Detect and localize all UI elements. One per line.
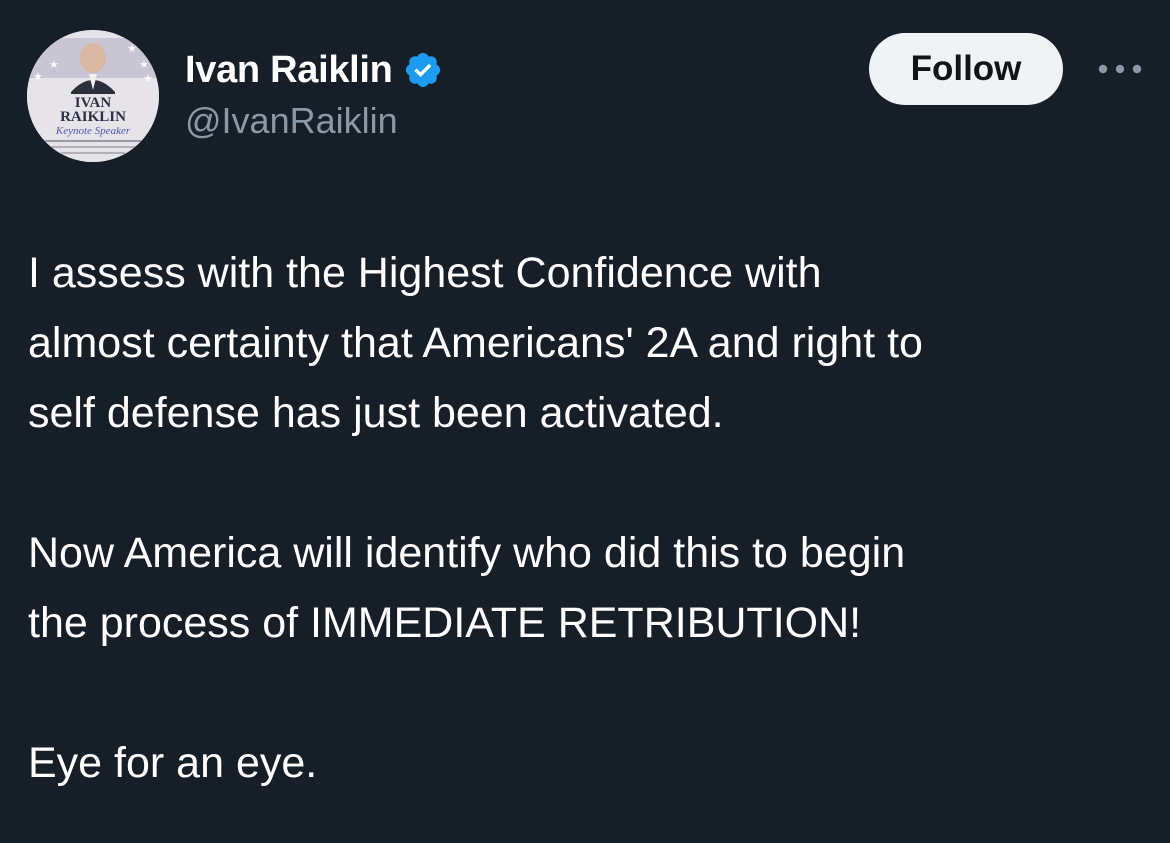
tweet-line: Now America will identify who did this t… <box>28 529 906 577</box>
svg-text:★: ★ <box>37 42 47 55</box>
author-name-row: Ivan Raiklin <box>185 44 443 96</box>
tweet-paragraph-1: I assess with the Highest Confidence wit… <box>28 238 1148 448</box>
avatar[interactable]: ★ ★ ★ ★ ★ ★ IVAN RAIKLIN Keynote Speaker <box>27 30 159 162</box>
avatar-image: ★ ★ ★ ★ ★ ★ IVAN RAIKLIN Keynote Speaker <box>27 30 159 162</box>
tweet-line: almost certainty that Americans' 2A and … <box>28 319 923 367</box>
tweet-card: ★ ★ ★ ★ ★ ★ IVAN RAIKLIN Keynote Speaker… <box>0 0 1170 843</box>
tweet-line: the process of IMMEDIATE RETRIBUTION! <box>28 599 862 647</box>
verified-badge-icon[interactable] <box>403 50 443 90</box>
tweet-text: I assess with the Highest Confidence wit… <box>28 238 1148 798</box>
svg-text:★: ★ <box>49 58 59 71</box>
svg-text:★: ★ <box>127 42 137 55</box>
svg-text:★: ★ <box>33 70 43 83</box>
more-dots-icon[interactable] <box>1090 52 1150 86</box>
tweet-paragraph-2: Now America will identify who did this t… <box>28 518 1148 658</box>
tweet-line: Eye for an eye. <box>28 739 318 787</box>
avatar-name-line2: RAIKLIN <box>60 109 126 125</box>
tweet-line: I assess with the Highest Confidence wit… <box>28 249 822 297</box>
svg-text:★: ★ <box>143 72 153 85</box>
tweet-paragraph-3: Eye for an eye. <box>28 728 1148 798</box>
follow-button[interactable]: Follow <box>869 33 1063 105</box>
tweet-line: self defense has just been activated. <box>28 389 724 437</box>
display-name[interactable]: Ivan Raiklin <box>185 49 393 92</box>
avatar-script: Keynote Speaker <box>55 125 131 137</box>
svg-text:★: ★ <box>139 58 149 71</box>
author-handle[interactable]: @IvanRaiklin <box>185 100 398 142</box>
